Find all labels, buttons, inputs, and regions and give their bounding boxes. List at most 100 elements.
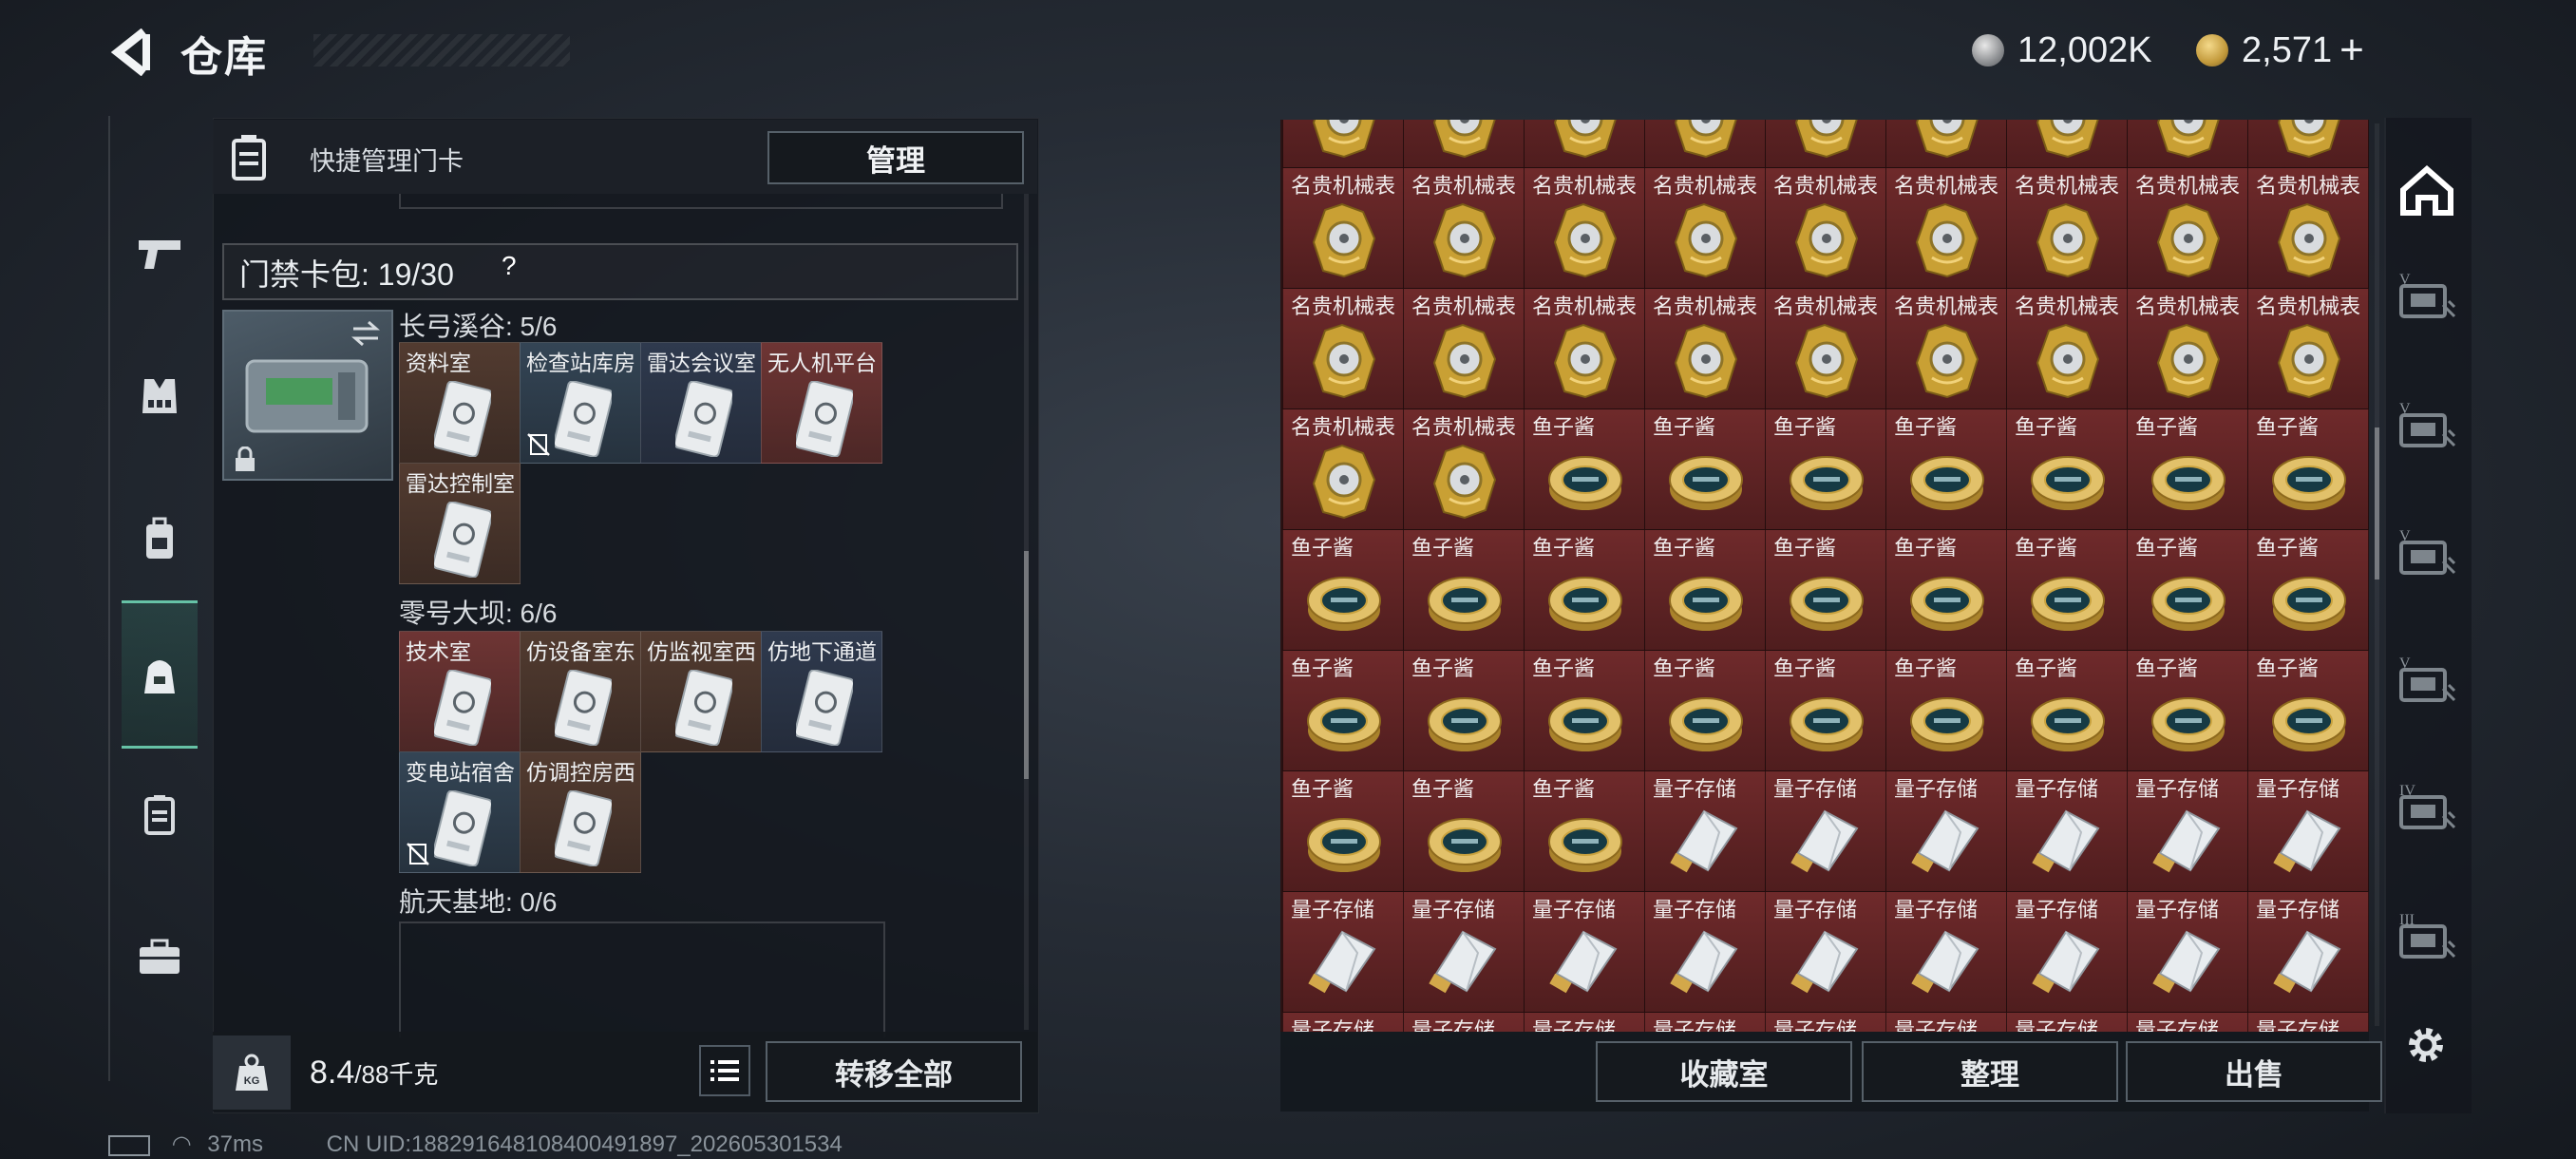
grid-item[interactable]: 名贵机械表	[2006, 167, 2128, 289]
grid-item-watch[interactable]	[1644, 120, 1766, 169]
grid-item-watch[interactable]	[1885, 120, 2007, 169]
grid-item[interactable]: 鱼子酱	[1765, 650, 1886, 771]
keycard-slot[interactable]: 变电站宿舍	[399, 751, 521, 873]
grid-item[interactable]: 鱼子酱	[1885, 408, 2007, 530]
grid-item[interactable]: 量子存储	[1885, 1012, 2007, 1032]
grid-item[interactable]: 名贵机械表	[2247, 288, 2369, 409]
keycard-slot[interactable]: 雷达控制室	[399, 463, 521, 584]
grid-item[interactable]: 鱼子酱	[2247, 529, 2369, 651]
grid-item[interactable]: 鱼子酱	[1644, 529, 1766, 651]
grid-item[interactable]: 鱼子酱	[1885, 529, 2007, 651]
grid-item-watch[interactable]	[1282, 120, 1404, 169]
grid-item[interactable]: 名贵机械表	[1403, 167, 1525, 289]
grid-item[interactable]: 名贵机械表	[2127, 288, 2248, 409]
grid-item[interactable]: 量子存储	[2127, 891, 2248, 1013]
grid-scrollbar-thumb[interactable]	[2375, 428, 2379, 580]
currency-gold[interactable]: 2,571 +	[2196, 25, 2364, 76]
grid-item[interactable]: 鱼子酱	[1644, 408, 1766, 530]
grid-item[interactable]: 量子存储	[2247, 891, 2369, 1013]
grid-item[interactable]: 量子存储	[2127, 1012, 2248, 1032]
grid-item[interactable]: 鱼子酱	[1765, 529, 1886, 651]
grid-item[interactable]: 名贵机械表	[1885, 167, 2007, 289]
grid-item[interactable]: 鱼子酱	[1644, 650, 1766, 771]
tab-keycard-tier[interactable]: V	[2390, 492, 2464, 616]
grid-item[interactable]: 量子存储	[1524, 891, 1645, 1013]
nav-weapons[interactable]	[122, 182, 198, 325]
keycard-slot[interactable]: 仿设备室东	[520, 631, 641, 752]
keycard-slot[interactable]: 技术室	[399, 631, 521, 752]
grid-item[interactable]: 鱼子酱	[2247, 650, 2369, 771]
grid-item[interactable]: 量子存储	[1644, 1012, 1766, 1032]
nav-containers[interactable]	[122, 600, 198, 749]
grid-item[interactable]: 量子存储	[1765, 1012, 1886, 1032]
grid-item[interactable]: 鱼子酱	[2127, 408, 2248, 530]
keycard-slot[interactable]: 雷达会议室	[640, 342, 762, 464]
keycard-wallet-item[interactable]	[222, 310, 393, 481]
grid-item[interactable]: 鱼子酱	[2006, 408, 2128, 530]
grid-item[interactable]: 量子存储	[2127, 770, 2248, 892]
grid-item[interactable]: 名贵机械表	[1524, 167, 1645, 289]
list-view-button[interactable]	[699, 1045, 750, 1096]
grid-item[interactable]: 鱼子酱	[1403, 770, 1525, 892]
help-icon[interactable]: ?	[502, 251, 536, 285]
keycard-slot[interactable]: 无人机平台	[761, 342, 882, 464]
tab-keycard-tier[interactable]: V	[2390, 365, 2464, 488]
swap-icon[interactable]	[350, 319, 382, 348]
keycard-slot[interactable]: 仿地下通道	[761, 631, 882, 752]
keycard-slot[interactable]: 仿监视室西	[640, 631, 762, 752]
grid-item[interactable]: 鱼子酱	[1524, 529, 1645, 651]
left-scrollbar-thumb[interactable]	[1024, 551, 1029, 779]
grid-item[interactable]: 名贵机械表	[2006, 288, 2128, 409]
grid-item[interactable]: 名贵机械表	[1885, 288, 2007, 409]
nav-backpack[interactable]	[122, 467, 198, 610]
grid-item-watch[interactable]	[1403, 120, 1525, 169]
grid-item[interactable]: 鱼子酱	[1403, 650, 1525, 771]
grid-item[interactable]: 鱼子酱	[2006, 650, 2128, 771]
grid-item[interactable]: 名贵机械表	[1282, 167, 1404, 289]
grid-item[interactable]: 量子存储	[2006, 1012, 2128, 1032]
grid-item[interactable]: 鱼子酱	[1524, 770, 1645, 892]
grid-item-watch[interactable]	[1524, 120, 1645, 169]
grid-item[interactable]: 量子存储	[1885, 770, 2007, 892]
grid-item[interactable]: 鱼子酱	[1282, 770, 1404, 892]
grid-item-watch[interactable]	[2127, 120, 2248, 169]
tab-keycard-tier[interactable]: IV	[2390, 747, 2464, 870]
grid-item[interactable]: 名贵机械表	[2127, 167, 2248, 289]
grid-item[interactable]: 量子存储	[1644, 770, 1766, 892]
grid-item[interactable]: 名贵机械表	[1644, 288, 1766, 409]
grid-item[interactable]: 名贵机械表	[1765, 167, 1886, 289]
grid-item[interactable]: 鱼子酱	[2127, 529, 2248, 651]
grid-item[interactable]: 鱼子酱	[2006, 529, 2128, 651]
grid-item[interactable]: 名贵机械表	[1765, 288, 1886, 409]
grid-item[interactable]: 名贵机械表	[2247, 167, 2369, 289]
nav-medkit[interactable]	[122, 885, 198, 1028]
grid-item[interactable]: 量子存储	[1282, 891, 1404, 1013]
grid-item[interactable]: 量子存储	[1885, 891, 2007, 1013]
grid-item[interactable]: 鱼子酱	[1282, 529, 1404, 651]
tab-keycard-tier[interactable]: V	[2390, 619, 2464, 743]
grid-item-watch[interactable]	[2247, 120, 2369, 169]
grid-item[interactable]: 名贵机械表	[1282, 288, 1404, 409]
grid-item[interactable]: 鱼子酱	[2127, 650, 2248, 771]
keycard-slot[interactable]: 检查站库房	[520, 342, 641, 464]
grid-item[interactable]: 量子存储	[1765, 770, 1886, 892]
tab-home[interactable]	[2390, 129, 2464, 253]
grid-item[interactable]: 量子存储	[1765, 891, 1886, 1013]
grid-item[interactable]: 鱼子酱	[1524, 650, 1645, 771]
grid-item[interactable]: 量子存储	[1644, 891, 1766, 1013]
grid-item[interactable]: 鱼子酱	[2247, 408, 2369, 530]
keycard-slot[interactable]: 资料室	[399, 342, 521, 464]
grid-item[interactable]: 名贵机械表	[1403, 288, 1525, 409]
grid-item[interactable]: 鱼子酱	[1524, 408, 1645, 530]
grid-item[interactable]: 鱼子酱	[1282, 650, 1404, 771]
grid-item[interactable]: 名贵机械表	[1403, 408, 1525, 530]
grid-item[interactable]: 鱼子酱	[1885, 650, 2007, 771]
settings-icon[interactable]	[2403, 1022, 2449, 1068]
grid-item[interactable]: 鱼子酱	[1403, 529, 1525, 651]
grid-item[interactable]: 量子存储	[2247, 1012, 2369, 1032]
grid-item-watch[interactable]	[1765, 120, 1886, 169]
keycard-slot[interactable]: 仿调控房西	[520, 751, 641, 873]
grid-item[interactable]: 名贵机械表	[1282, 408, 1404, 530]
grid-item[interactable]: 量子存储	[1403, 1012, 1525, 1032]
grid-item[interactable]: 量子存储	[1524, 1012, 1645, 1032]
